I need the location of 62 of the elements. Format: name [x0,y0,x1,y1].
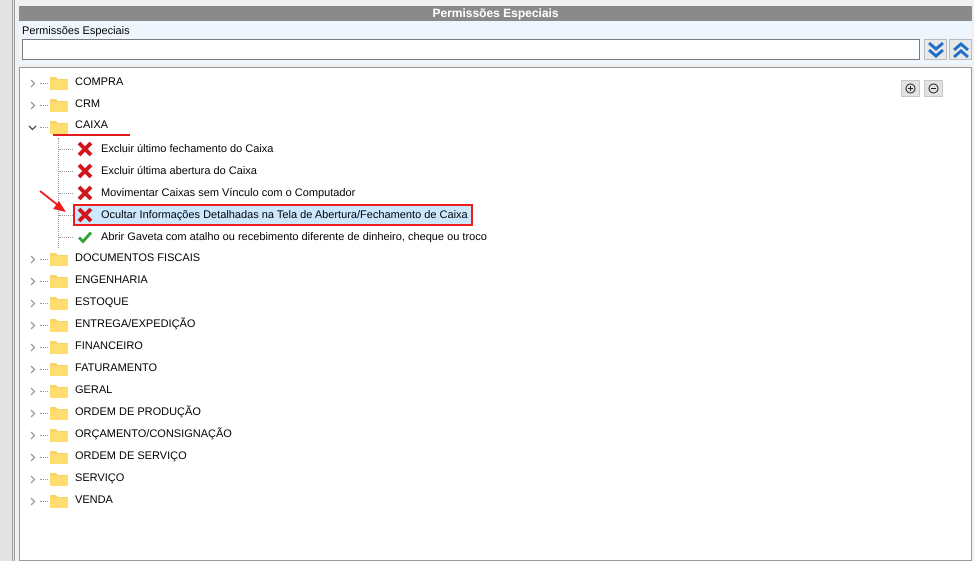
folder-icon [50,296,68,310]
double-chevron-down-icon [926,40,946,60]
filter-field[interactable] [22,39,920,60]
permission-item[interactable]: Movimentar Caixas sem Vínculo com o Computador [73,182,360,204]
collapse-chevron-icon[interactable] [28,122,37,132]
category-label[interactable]: ESTOQUE [75,295,129,311]
folder-icon [50,450,68,464]
folder-icon [50,494,68,508]
permission-item[interactable]: Excluir último fechamento do Caixa [73,138,278,160]
category-label[interactable]: COMPRA [75,75,124,91]
double-chevron-up-icon [950,40,970,60]
folder-icon [50,472,68,486]
expand-chevron-icon[interactable] [28,364,37,374]
expand-chevron-icon[interactable] [28,254,37,264]
folder-icon [50,384,68,398]
annotation-arrow [39,190,67,214]
expand-chevron-icon[interactable] [28,408,37,418]
folder-icon [50,318,68,332]
expand-chevron-icon[interactable] [28,342,37,352]
expand-chevron-icon[interactable] [28,474,37,484]
category-label[interactable]: ORÇAMENTO/CONSIGNAÇÃO [75,427,232,443]
expand-chevron-icon[interactable] [28,496,37,506]
category-label[interactable]: CRM [75,97,100,113]
folder-icon [50,98,68,112]
folder-icon [50,120,68,134]
permission-item[interactable]: Abrir Gaveta com atalho ou recebimento diferente de dinheiro, cheque ou troco [73,226,492,248]
folder-icon [50,340,68,354]
category-label[interactable]: ENGENHARIA [75,273,148,289]
category-label[interactable]: ORDEM DE PRODUÇÃO [75,405,201,421]
expand-all-button[interactable] [924,39,947,60]
expand-chevron-icon[interactable] [28,452,37,462]
collapse-all-button[interactable] [949,39,972,60]
expand-chevron-icon[interactable] [28,386,37,396]
category-label[interactable]: FINANCEIRO [75,339,143,355]
category-label[interactable]: CAIXA [53,118,130,136]
minus-icon [928,83,939,94]
panel-title: Permissões Especiais [19,6,972,21]
category-label[interactable]: SERVIÇO [75,471,124,487]
expand-button[interactable] [901,80,920,97]
folder-icon [50,274,68,288]
expand-chevron-icon[interactable] [28,276,37,286]
expand-chevron-icon[interactable] [28,430,37,440]
category-label[interactable]: FATURAMENTO [75,361,158,377]
collapse-button[interactable] [924,80,943,97]
category-label[interactable]: ORDEM DE SERVIÇO [75,449,187,465]
permission-item[interactable]: Excluir última abertura do Caixa [73,160,262,182]
category-label[interactable]: VENDA [75,493,113,509]
folder-icon [50,406,68,420]
category-label[interactable]: GERAL [75,383,112,399]
filter-label: Permissões Especiais [21,25,130,37]
plus-icon [905,83,916,94]
folder-icon [50,252,68,266]
category-label[interactable]: ENTREGA/EXPEDIÇÃO [75,317,196,333]
folder-icon [50,428,68,442]
expand-chevron-icon[interactable] [28,78,37,88]
expand-chevron-icon[interactable] [28,298,37,308]
category-label[interactable]: DOCUMENTOS FISCAIS [75,251,200,267]
folder-icon [50,362,68,376]
expand-chevron-icon[interactable] [28,320,37,330]
folder-icon [50,76,68,90]
permission-item[interactable]: Ocultar Informações Detalhadas na Tela de Abertura/Fechamento de Caixa [73,204,473,226]
expand-chevron-icon[interactable] [28,100,37,110]
